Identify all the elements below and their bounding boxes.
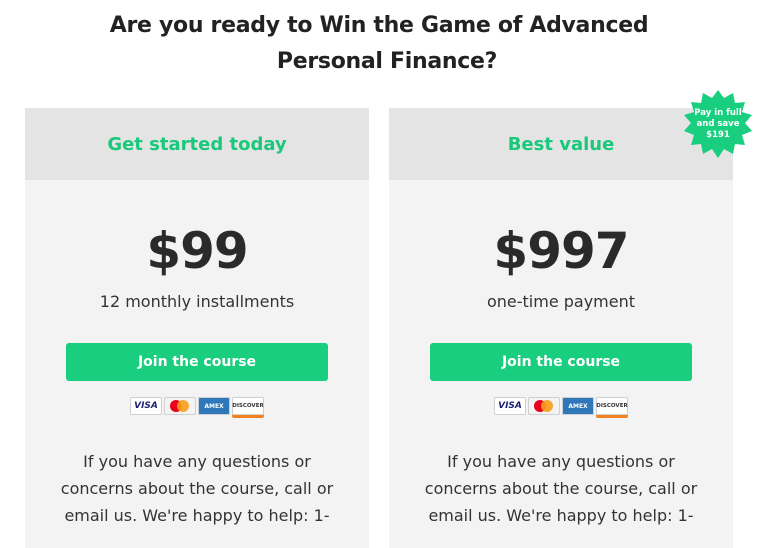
headline-line-2: Personal Finance? (276, 49, 498, 74)
plan-card-monthly: Get started today $99 12 monthly install… (25, 108, 369, 548)
savings-badge: Pay in full and save $191 (680, 88, 756, 164)
plan-price: $997 (493, 222, 629, 280)
badge-line-3: $191 (706, 130, 730, 140)
badge-line-1: Pay in full (694, 108, 742, 118)
badge-text: Pay in full and save $191 (680, 108, 756, 141)
visa-icon: VISA (130, 397, 162, 415)
discover-icon: DISCOVER (232, 397, 264, 418)
plan-card-header: Get started today (25, 108, 369, 180)
join-course-button[interactable]: Join the course (430, 343, 692, 381)
join-course-button[interactable]: Join the course (66, 343, 328, 381)
badge-line-2: and save (696, 119, 740, 129)
payment-methods: VISA AMEX DISCOVER (130, 397, 264, 418)
payment-methods: VISA AMEX DISCOVER (494, 397, 628, 418)
plan-price-note: one-time payment (486, 292, 636, 311)
plan-card-full: Best value $997 one-time payment Join th… (389, 108, 733, 548)
plan-price-note: 12 monthly installments (99, 292, 295, 311)
page-headline: Are you ready to Win the Game of Advance… (0, 8, 768, 80)
plan-price: $99 (146, 222, 248, 280)
amex-icon: AMEX (562, 397, 594, 415)
plan-title: Get started today (107, 133, 287, 155)
mastercard-icon (528, 397, 560, 415)
mastercard-icon (164, 397, 196, 415)
visa-icon: VISA (494, 397, 526, 415)
amex-icon: AMEX (198, 397, 230, 415)
discover-icon: DISCOVER (596, 397, 628, 418)
plan-title: Best value (507, 133, 615, 155)
headline-line-1: Are you ready to Win the Game of Advance… (109, 13, 649, 38)
help-text: If you have any questions or concerns ab… (60, 452, 334, 525)
help-text: If you have any questions or concerns ab… (424, 452, 698, 525)
